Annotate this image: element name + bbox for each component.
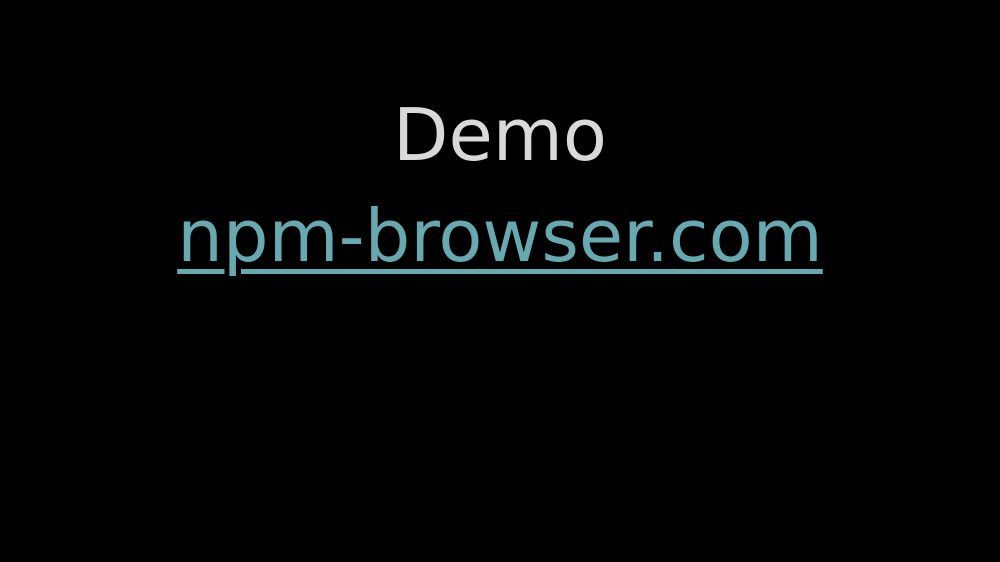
demo-link[interactable]: npm-browser.com: [177, 194, 823, 278]
slide-heading: Demo: [393, 93, 607, 177]
presentation-slide: Demo npm-browser.com: [0, 0, 1000, 562]
link-container: npm-browser.com: [0, 188, 1000, 284]
